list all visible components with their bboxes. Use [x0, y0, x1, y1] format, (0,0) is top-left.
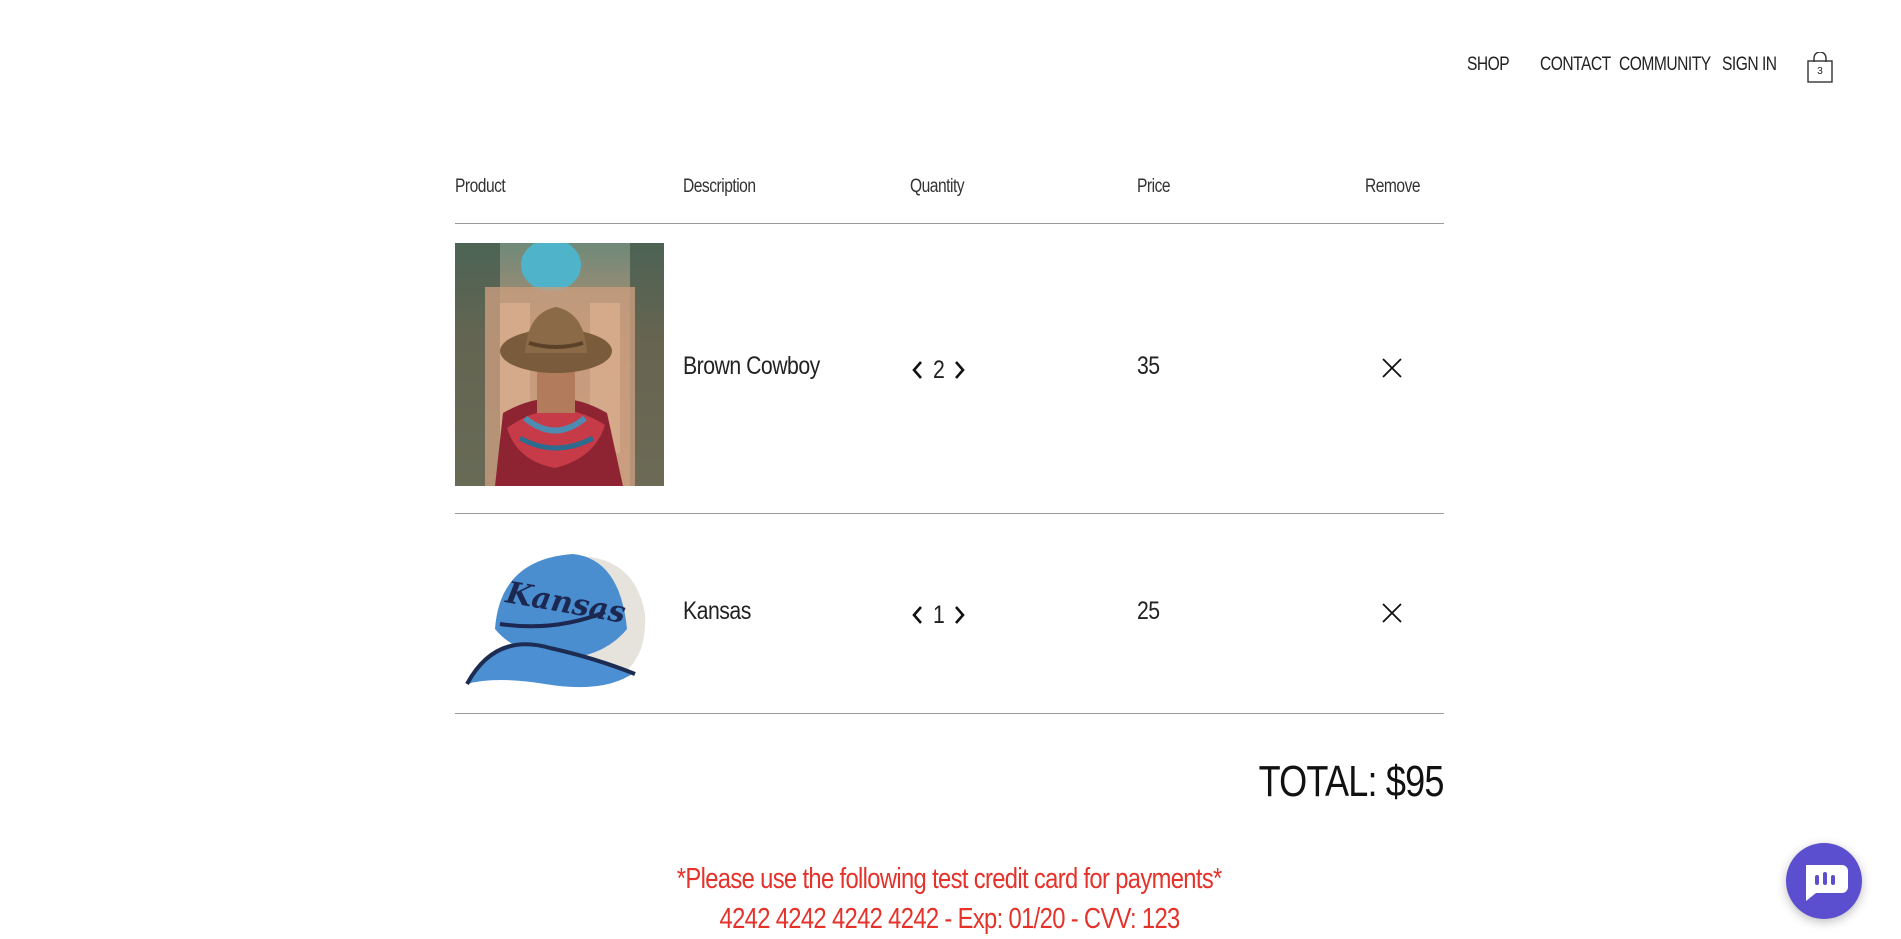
cart-count-badge: 3 — [1817, 66, 1823, 77]
cart-total: TOTAL: $95 — [1100, 757, 1445, 807]
test-card-line: 4242 4242 4242 4242 - Exp: 01/20 - CVV: … — [719, 903, 1180, 935]
payment-notice: *Please use the following test credit ca… — [455, 863, 1444, 896]
chat-widget-button[interactable] — [1786, 843, 1862, 919]
chevron-left-icon — [912, 606, 922, 624]
item-description: Kansas — [683, 597, 751, 625]
quantity-value: 1 — [932, 600, 945, 629]
close-icon — [1382, 358, 1402, 378]
remove-item-button[interactable] — [1380, 356, 1404, 380]
quantity-stepper: 2 — [910, 355, 967, 385]
decrease-quantity-button[interactable] — [910, 603, 926, 627]
chevron-right-icon — [955, 361, 966, 379]
product-image-kansas-cap: Kansas — [455, 534, 664, 692]
nav-contact-link[interactable]: CONTACT — [1540, 54, 1611, 76]
item-description: Brown Cowboy — [683, 352, 820, 380]
cart-row: Kansas Kansas 1 25 — [455, 514, 1444, 714]
header-remove: Remove — [1365, 176, 1421, 197]
chevron-left-icon — [912, 361, 922, 379]
header-description: Description — [683, 176, 756, 197]
item-price: 25 — [1137, 597, 1160, 625]
increase-quantity-button[interactable] — [951, 603, 967, 627]
header-quantity: Quantity — [910, 176, 965, 197]
payment-notice-line: *Please use the following test credit ca… — [677, 863, 1223, 895]
item-price: 35 — [1137, 352, 1160, 380]
chevron-right-icon — [955, 606, 966, 624]
increase-quantity-button[interactable] — [951, 358, 967, 382]
remove-item-button[interactable] — [1380, 601, 1404, 625]
cart-button[interactable]: 3 — [1806, 52, 1834, 84]
quantity-value: 2 — [932, 355, 945, 384]
header-product: Product — [455, 176, 506, 197]
quantity-stepper: 1 — [910, 600, 967, 630]
nav-community-link[interactable]: COMMUNITY — [1619, 54, 1711, 76]
product-image-cowboy-hat — [455, 243, 664, 486]
chat-bubble-icon — [1806, 865, 1848, 901]
decrease-quantity-button[interactable] — [910, 358, 926, 382]
nav-sign-in-link[interactable]: SIGN IN — [1722, 54, 1777, 76]
nav-shop-link[interactable]: SHOP — [1467, 54, 1510, 76]
cart-row: Brown Cowboy 2 35 — [455, 224, 1444, 514]
cart-table: Product Description Quantity Price Remov… — [455, 170, 1444, 714]
main-navigation: SHOP CONTACT COMMUNITY SIGN IN — [0, 54, 1901, 84]
close-icon — [1382, 603, 1402, 623]
cart-total-text: TOTAL: $95 — [1259, 757, 1445, 806]
cart-table-header: Product Description Quantity Price Remov… — [455, 170, 1444, 224]
test-card-details: 4242 4242 4242 4242 - Exp: 01/20 - CVV: … — [455, 903, 1444, 936]
header-price: Price — [1137, 176, 1171, 197]
